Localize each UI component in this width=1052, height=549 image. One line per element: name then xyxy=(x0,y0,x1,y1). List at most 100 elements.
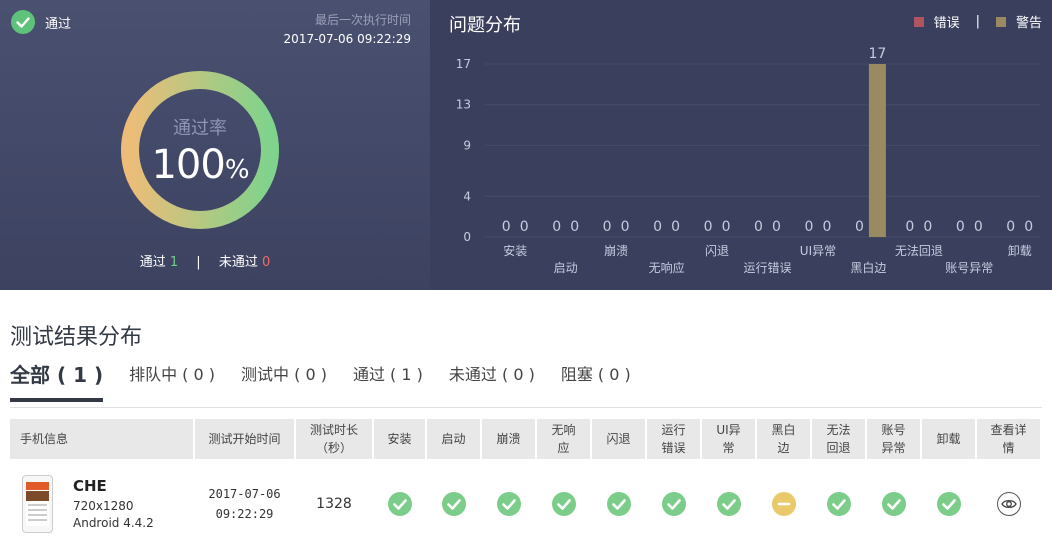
uninstall-cell xyxy=(922,459,975,549)
tab-queued[interactable]: 排队中 ( 0 ) xyxy=(129,362,215,402)
border-cell xyxy=(757,459,810,549)
header-launch: 启动 xyxy=(427,419,480,459)
results-table: 手机信息 测试开始时间 测试时长 （秒） 安装 启动 崩溃 无响应 闪退 运行 错误… xyxy=(10,419,1042,549)
check-icon xyxy=(387,492,412,516)
tab-blocked[interactable]: 阻塞 ( 0 ) xyxy=(561,362,631,402)
summary-panel: 通过 最后一次执行时间 2017-07-06 09:22:29 通过率 100%… xyxy=(0,0,430,290)
data-label: 0 xyxy=(822,219,831,235)
header-anr: 无响应 xyxy=(537,419,590,459)
device-thumbnail xyxy=(22,475,53,533)
active-tab-indicator xyxy=(10,398,103,402)
data-label: 0 xyxy=(621,219,630,235)
header-runtime-line1: 运行 xyxy=(661,423,686,437)
data-label: 0 xyxy=(671,219,680,235)
y-tick-label: 4 xyxy=(463,189,471,203)
view-detail-button[interactable] xyxy=(996,492,1021,516)
header-account: 账号 异常 xyxy=(867,419,920,459)
check-icon xyxy=(826,492,851,516)
pass-rate-value: 100% xyxy=(151,142,249,188)
data-label: 0 xyxy=(772,219,781,235)
device-cell: CHE 720x1280 Android 4.4.2 xyxy=(10,459,193,549)
device-resolution: 720x1280 xyxy=(73,498,134,513)
x-tick-label: 黑白边 xyxy=(850,260,886,275)
header-runtime-line2: 错误 xyxy=(661,441,686,455)
data-label: 0 xyxy=(502,219,511,235)
results-tabs: 全部 ( 1 ) 排队中 ( 0 ) 测试中 ( 0 ) 通过 ( 1 ) 未通… xyxy=(10,362,657,402)
results-title: 测试结果分布 xyxy=(10,325,143,350)
header-border: 黑白边 xyxy=(757,419,810,459)
runtime-cell xyxy=(647,459,700,549)
legend-swatch-warning xyxy=(995,16,1006,27)
duration-cell: 1328 xyxy=(296,459,372,549)
header-crash: 崩溃 xyxy=(482,419,535,459)
tab-passed[interactable]: 通过 ( 1 ) xyxy=(353,362,423,402)
x-tick-label: 无法回退 xyxy=(895,244,943,258)
x-tick-label: 闪退 xyxy=(705,244,729,258)
data-label: 0 xyxy=(923,219,932,235)
eye-icon xyxy=(1000,499,1017,509)
check-icon xyxy=(606,492,631,516)
tab-testing[interactable]: 测试中 ( 0 ) xyxy=(241,362,327,402)
pass-rate-label: 通过率 xyxy=(173,118,227,139)
header-back-line1: 无法 xyxy=(826,423,851,437)
header-ui-line2: 常 xyxy=(722,441,735,455)
check-icon xyxy=(551,492,576,516)
header-duration: 测试时长 （秒） xyxy=(296,419,372,459)
legend-divider: | xyxy=(975,14,980,29)
header-border-line2: 边 xyxy=(777,441,790,455)
launch-cell xyxy=(427,459,480,549)
check-icon xyxy=(661,492,686,516)
check-icon xyxy=(881,492,906,516)
header-install: 安装 xyxy=(374,419,425,459)
header-back: 无法 回退 xyxy=(812,419,865,459)
header-anr-line1: 无响 xyxy=(551,423,576,437)
data-label: 0 xyxy=(754,219,763,235)
data-label: 0 xyxy=(1024,219,1033,235)
x-tick-label: 崩溃 xyxy=(604,244,628,258)
x-tick-label: 启动 xyxy=(554,261,578,275)
y-tick-label: 13 xyxy=(456,98,471,112)
install-cell xyxy=(374,459,425,549)
header-detail-line1: 查看详 xyxy=(990,423,1027,437)
issue-distribution-panel: 0 4 9 13 17 0 0 安装 0 0 启动 0 0 崩溃 0 0 无响应 0 0 闪退 0 0 运行错误 0 0 UI异常… xyxy=(430,0,1052,290)
x-tick-label: 账号异常 xyxy=(945,261,993,275)
header-duration-line1: 测试时长 xyxy=(309,423,358,437)
header-account-line2: 异常 xyxy=(881,441,906,455)
header-uninstall: 卸载 xyxy=(922,419,975,459)
y-tick-label: 9 xyxy=(463,138,471,152)
data-label: 0 xyxy=(603,219,612,235)
detail-cell xyxy=(977,459,1040,549)
check-icon xyxy=(11,10,35,34)
table-header: 手机信息 测试开始时间 测试时长 （秒） 安装 启动 崩溃 无响应 闪退 运行 错误… xyxy=(10,419,1042,459)
tab-failed[interactable]: 未通过 ( 0 ) xyxy=(449,362,535,402)
header-anr-line2: 应 xyxy=(557,441,570,455)
header-device: 手机信息 xyxy=(10,419,193,459)
status-text: 通过 xyxy=(45,17,72,32)
tab-all[interactable]: 全部 ( 1 ) xyxy=(10,362,103,402)
flash-cell xyxy=(592,459,645,549)
account-cell xyxy=(867,459,920,549)
pass-count: 1 xyxy=(169,255,179,270)
chart-title: 问题分布 xyxy=(449,15,521,36)
x-tick-label: UI异常 xyxy=(800,244,836,258)
pass-fail-counts: 通过 1 | 未通过 0 xyxy=(0,251,410,270)
header-ui: UI异常 xyxy=(702,419,755,459)
y-tick-label: 0 xyxy=(463,230,471,244)
check-icon xyxy=(716,492,741,516)
start-clock: 09:22:29 xyxy=(215,507,274,521)
header-duration-line2: （秒） xyxy=(315,441,352,455)
header-flash: 闪退 xyxy=(592,419,645,459)
duration-value: 1328 xyxy=(316,496,352,512)
data-label: 0 xyxy=(552,219,561,235)
bar-warning xyxy=(868,64,886,237)
data-label: 0 xyxy=(905,219,914,235)
data-label: 0 xyxy=(570,219,579,235)
check-icon xyxy=(936,492,961,516)
legend-label-warning: 警告 xyxy=(1015,16,1042,31)
y-tick-label: 17 xyxy=(456,57,471,71)
issue-bar-chart: 04913170 0安装0 0启动0 0崩溃0 0无响应0 0闪退0 0运行错误0 0UI异常… xyxy=(456,46,1040,275)
tab-divider xyxy=(10,407,1042,408)
data-label: 0 xyxy=(1006,219,1015,235)
device-name: CHE xyxy=(73,476,107,495)
header-back-line2: 回退 xyxy=(826,441,851,455)
